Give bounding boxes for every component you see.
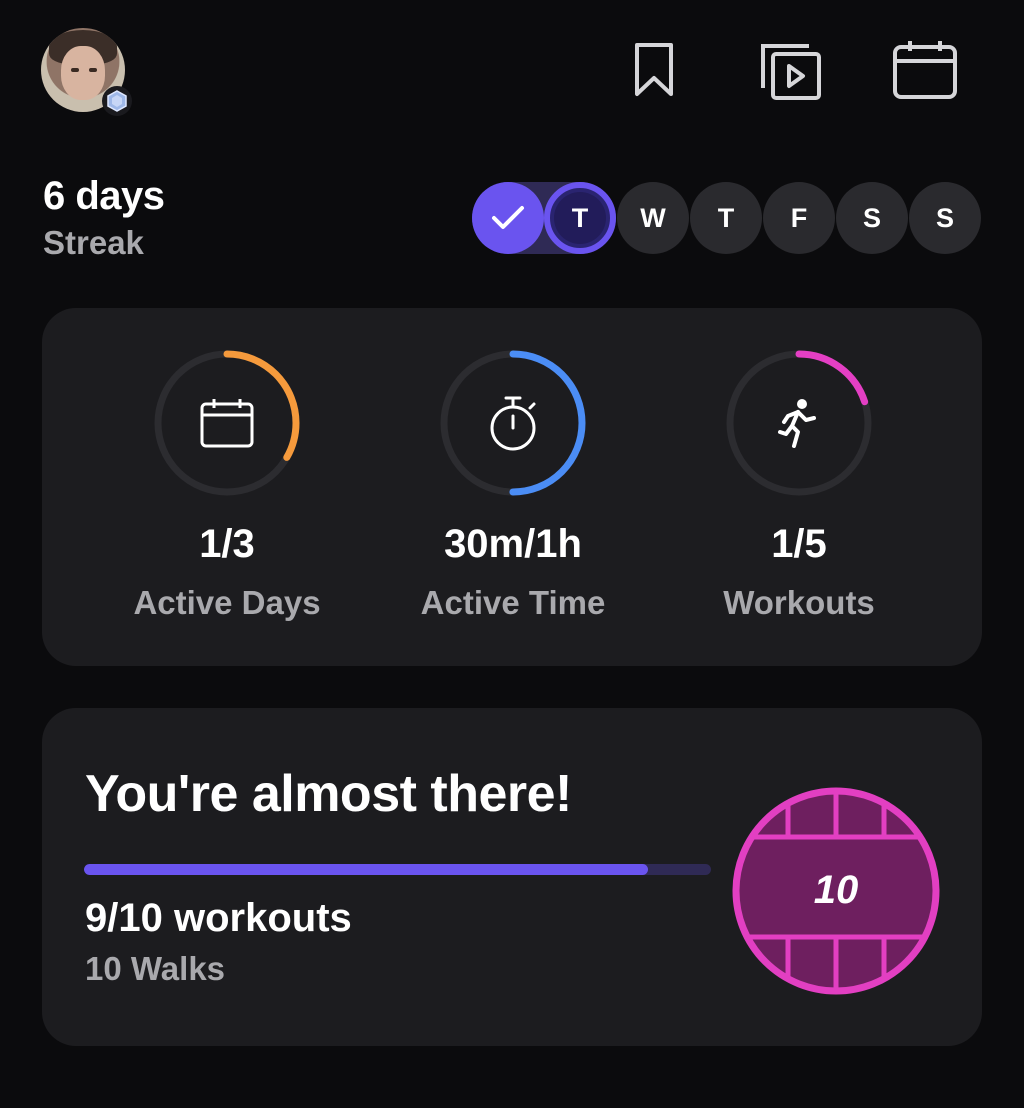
active-time-value: 30m/1h	[444, 522, 582, 566]
day-label: T	[717, 202, 735, 233]
day-thursday[interactable]: T	[690, 182, 762, 254]
challenge-medal-badge: 10	[732, 787, 940, 995]
streak-label: Streak	[43, 224, 144, 261]
day-label: W	[640, 202, 666, 233]
day-sunday[interactable]: S	[909, 182, 981, 254]
active-days-label: Active Days	[133, 584, 321, 621]
bookmark-icon[interactable]	[618, 34, 690, 106]
day-monday[interactable]	[472, 182, 544, 254]
membership-badge-icon	[102, 86, 132, 116]
day-tuesday[interactable]: T	[544, 182, 616, 254]
workouts-label: Workouts	[723, 584, 875, 621]
day-label: S	[935, 202, 954, 233]
running-person-icon	[778, 399, 816, 448]
calendar-icon	[200, 399, 254, 448]
challenge-title: You're almost there!	[85, 765, 572, 823]
day-label: T	[571, 202, 589, 233]
streak-count: 6 days	[43, 174, 165, 218]
checkmark-icon	[492, 206, 524, 229]
challenge-subtitle: 10 Walks	[85, 950, 226, 987]
video-library-icon[interactable]	[754, 34, 826, 106]
active-days-value: 1/3	[199, 522, 255, 566]
challenge-progress-fill	[84, 864, 649, 875]
challenge-count: 9/10 workouts	[85, 896, 352, 940]
medal-number: 10	[814, 868, 859, 912]
stopwatch-icon	[490, 396, 536, 451]
day-label: F	[790, 202, 808, 233]
calendar-icon[interactable]	[889, 34, 961, 106]
challenge-progress-bar	[84, 864, 711, 875]
day-label: S	[862, 202, 881, 233]
day-friday[interactable]: F	[763, 182, 835, 254]
day-wednesday[interactable]: W	[617, 182, 689, 254]
active-time-label: Active Time	[420, 584, 606, 621]
workouts-value: 1/5	[771, 522, 827, 566]
day-saturday[interactable]: S	[836, 182, 908, 254]
